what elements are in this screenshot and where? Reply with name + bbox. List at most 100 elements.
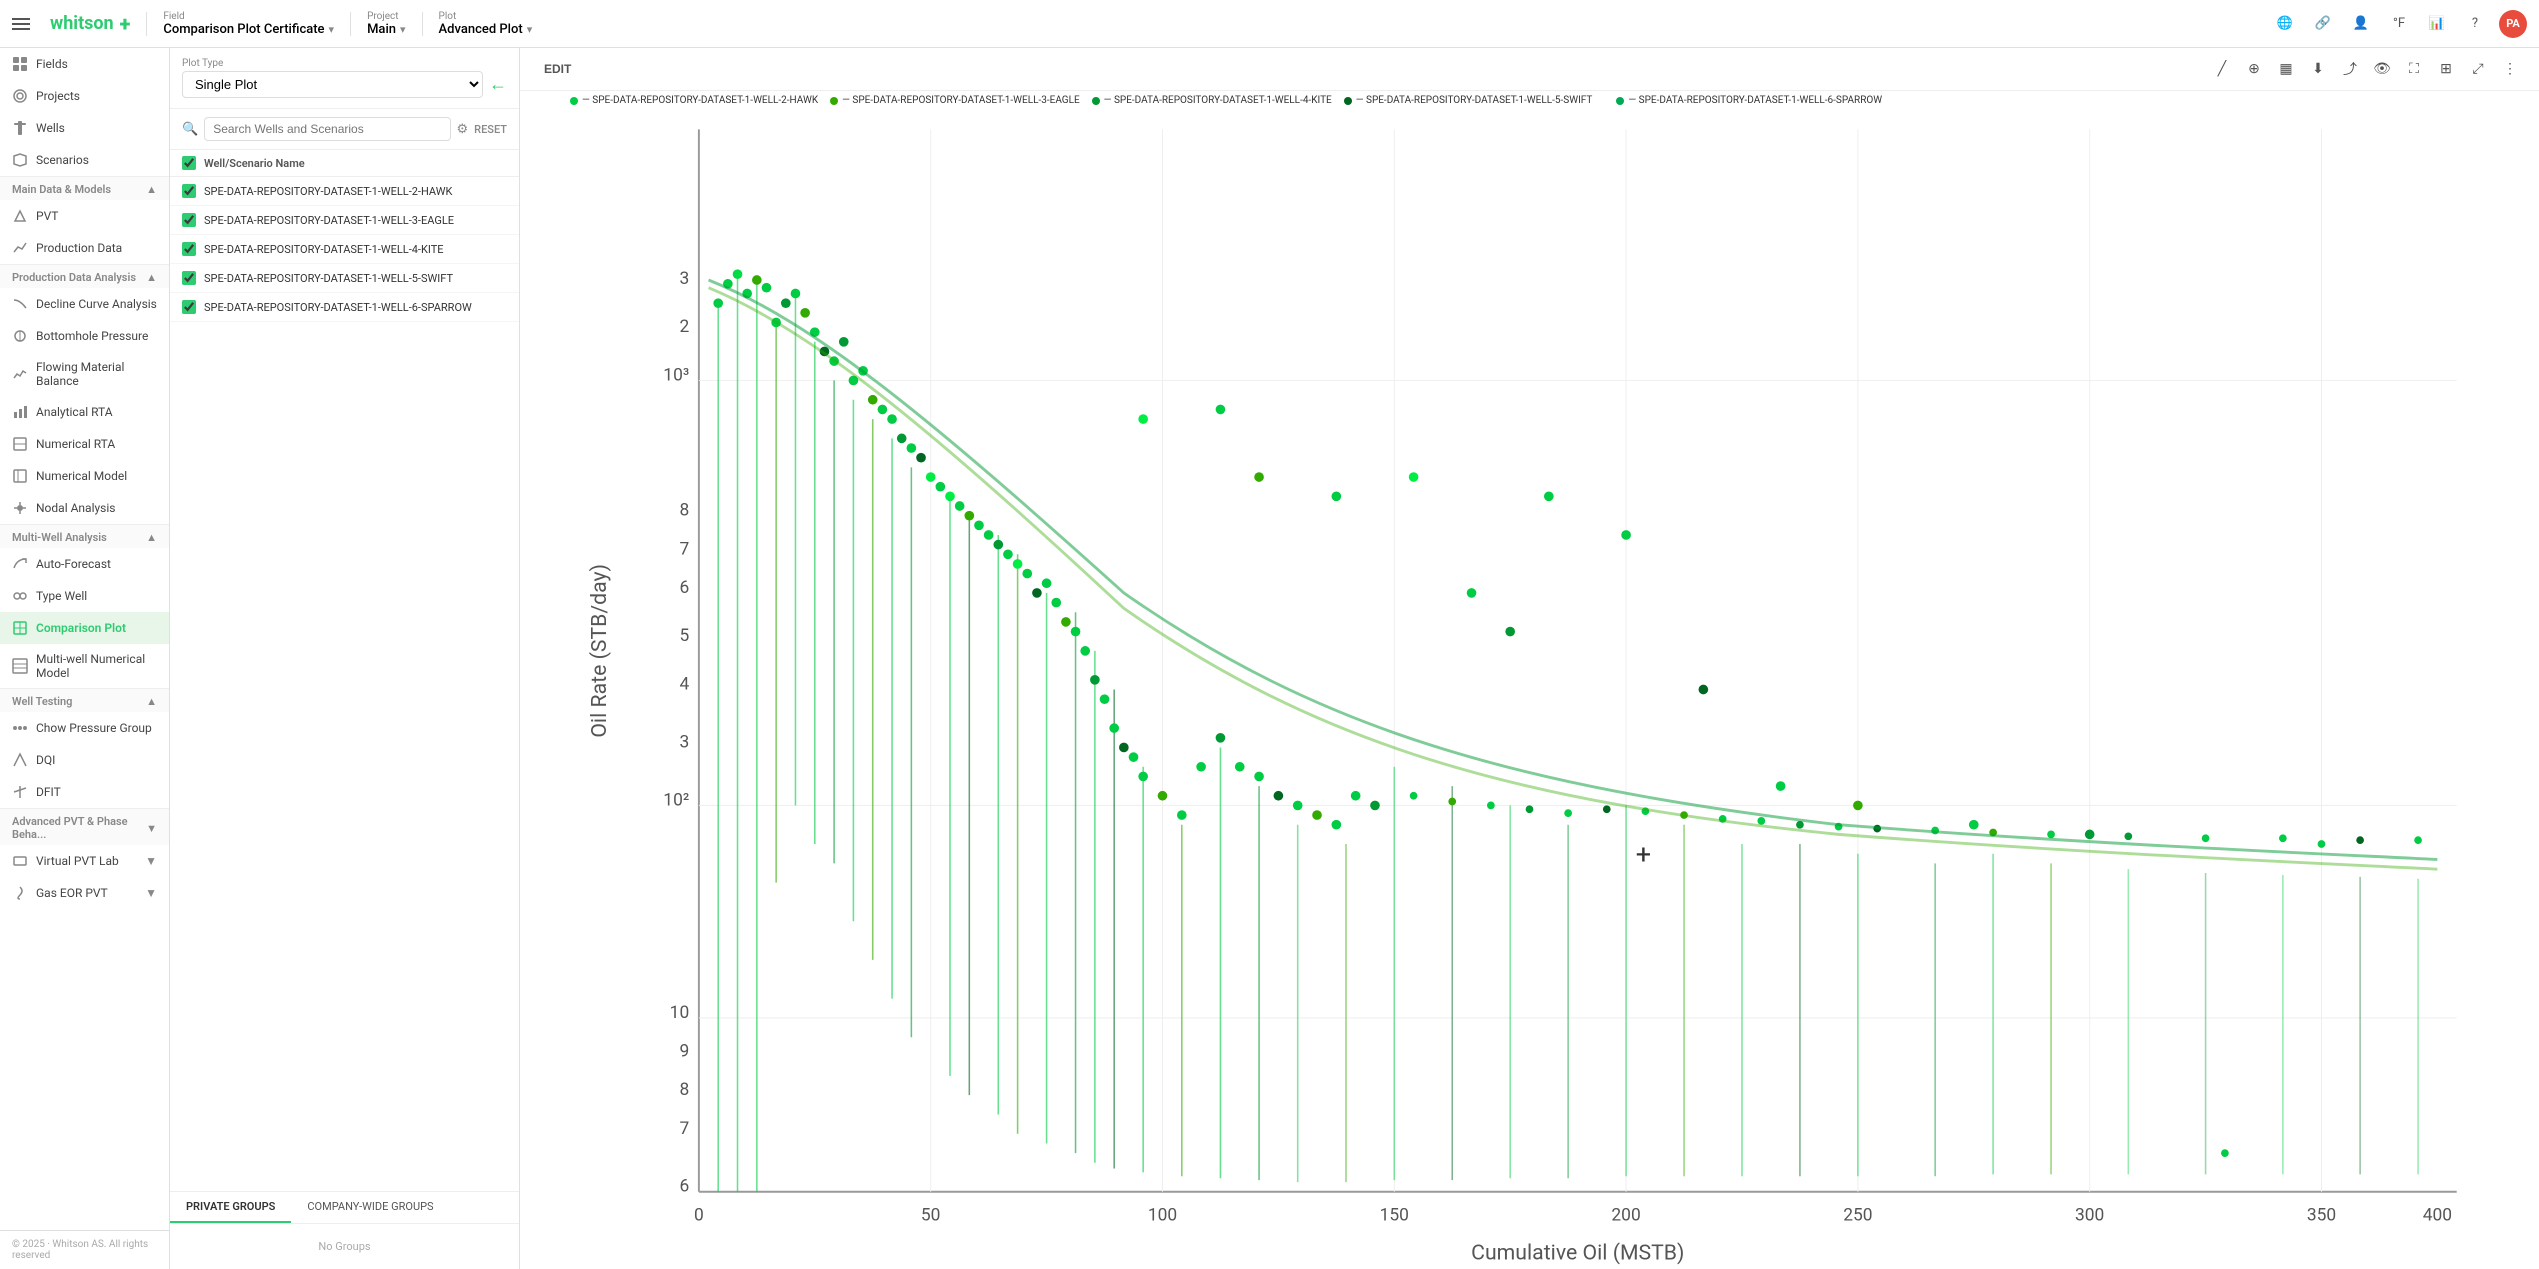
sidebar-item-type-well[interactable]: Type Well <box>0 580 169 612</box>
well-checkbox-4[interactable] <box>182 271 196 285</box>
search-icon[interactable]: 🔍 <box>182 122 198 137</box>
section-multi-well-label: Multi-Well Analysis <box>12 531 107 544</box>
fullscreen-icon[interactable]: ⤢ <box>2465 56 2491 82</box>
chart-inner[interactable]: Oil Rate (STB/day) Cumulative Oil (MSTB)… <box>520 110 2539 1269</box>
project-dropdown-icon[interactable]: ▾ <box>400 23 406 36</box>
sidebar-item-projects[interactable]: Projects <box>0 80 169 112</box>
well-checkbox-3[interactable] <box>182 242 196 256</box>
section-well-testing[interactable]: Well Testing ▲ <box>0 688 169 712</box>
download-icon[interactable]: ⬇ <box>2305 56 2331 82</box>
legend-label-kite: — SPE-DATA-REPOSITORY-DATASET-1-WELL-4-K… <box>1104 95 1332 106</box>
table-row[interactable]: SPE-DATA-REPOSITORY-DATASET-1-WELL-4-KIT… <box>170 235 519 264</box>
plot-type-row: Single Plot Comparison Plot ← <box>182 71 507 98</box>
sidebar-item-analytical-rta[interactable]: Analytical RTA <box>0 396 169 428</box>
sidebar-item-pvt[interactable]: PVT <box>0 200 169 232</box>
help-icon[interactable]: ? <box>2461 10 2489 38</box>
field-dropdown-icon[interactable]: ▾ <box>329 23 335 36</box>
well-name-1: SPE-DATA-REPOSITORY-DATASET-1-WELL-2-HAW… <box>204 185 452 198</box>
svg-text:3: 3 <box>679 732 689 752</box>
section-main-data[interactable]: Main Data & Models ▲ <box>0 176 169 200</box>
section-multi-well[interactable]: Multi-Well Analysis ▲ <box>0 524 169 548</box>
sidebar-label-dqi: DQI <box>36 753 55 767</box>
tab-company-groups[interactable]: COMPANY-WIDE GROUPS <box>291 1192 449 1223</box>
sidebar-item-nodal[interactable]: Nodal Analysis <box>0 492 169 524</box>
well-checkbox-2[interactable] <box>182 213 196 227</box>
edit-button[interactable]: EDIT <box>536 58 579 80</box>
topbar-right: 🌐 🔗 👤 °F 📊 ? PA <box>2271 10 2527 38</box>
chart-icon[interactable]: 📊 <box>2423 10 2451 38</box>
sidebar-item-numerical-model[interactable]: Numerical Model <box>0 460 169 492</box>
legend-label-swift: — SPE-DATA-REPOSITORY-DATASET-1-WELL-5-S… <box>1356 95 1593 106</box>
dfit-icon <box>12 784 28 800</box>
well-name-5: SPE-DATA-REPOSITORY-DATASET-1-WELL-6-SPA… <box>204 301 472 314</box>
sidebar-label-numerical-rta: Numerical RTA <box>36 437 115 451</box>
temperature-icon[interactable]: °F <box>2385 10 2413 38</box>
sidebar-item-chow-pressure[interactable]: Chow Pressure Group <box>0 712 169 744</box>
select-all-checkbox[interactable] <box>182 156 196 170</box>
globe-icon[interactable]: 🌐 <box>2271 10 2299 38</box>
svg-text:0: 0 <box>694 1206 704 1226</box>
svg-text:10²: 10² <box>663 790 689 810</box>
sidebar-label-analytical-rta: Analytical RTA <box>36 405 113 419</box>
well-list: Well/Scenario Name SPE-DATA-REPOSITORY-D… <box>170 150 519 1191</box>
svg-text:10: 10 <box>670 1003 690 1023</box>
chart-toolbar-right: ╱ ⊕ ▦ ⬇ ⤴ 👁 ⛶ ⊞ ⤢ ⋮ <box>2209 56 2523 82</box>
sidebar-item-scenarios[interactable]: Scenarios <box>0 144 169 176</box>
link-icon[interactable]: 🔗 <box>2309 10 2337 38</box>
share-icon[interactable]: ⤴ <box>2337 56 2363 82</box>
sidebar-label-scenarios: Scenarios <box>36 153 89 167</box>
sidebar-item-decline-curve[interactable]: Decline Curve Analysis <box>0 288 169 320</box>
sidebar-item-flowing-material[interactable]: Flowing Material Balance <box>0 352 169 396</box>
sidebar-label-production-data: Production Data <box>36 241 122 255</box>
section-advanced-pvt[interactable]: Advanced PVT & Phase Beha... ▼ <box>0 808 169 845</box>
sidebar-item-wells[interactable]: Wells <box>0 112 169 144</box>
account-icon[interactable]: 👤 <box>2347 10 2375 38</box>
sidebar-item-production-data[interactable]: Production Data <box>0 232 169 264</box>
visibility-icon[interactable]: 👁 <box>2369 56 2395 82</box>
back-button[interactable]: ← <box>489 74 507 95</box>
table-row[interactable]: SPE-DATA-REPOSITORY-DATASET-1-WELL-3-EAG… <box>170 206 519 235</box>
section-production-analysis[interactable]: Production Data Analysis ▲ <box>0 264 169 288</box>
grid-icon[interactable]: ⊞ <box>2433 56 2459 82</box>
table-icon[interactable]: ▦ <box>2273 56 2299 82</box>
line-chart-icon[interactable]: ╱ <box>2209 56 2235 82</box>
sidebar-item-multi-numerical[interactable]: Multi-well Numerical Model <box>0 644 169 688</box>
svg-text:250: 250 <box>1843 1206 1872 1226</box>
virtual-pvt-icon <box>12 853 28 869</box>
well-header-label: Well/Scenario Name <box>204 157 305 170</box>
tab-private-groups[interactable]: PRIVATE GROUPS <box>170 1192 291 1223</box>
search-input[interactable] <box>204 117 450 141</box>
svg-text:8: 8 <box>679 501 689 521</box>
table-row[interactable]: SPE-DATA-REPOSITORY-DATASET-1-WELL-6-SPA… <box>170 293 519 322</box>
well-checkbox-1[interactable] <box>182 184 196 198</box>
sidebar-item-dfit[interactable]: DFIT <box>0 776 169 808</box>
well-checkbox-5[interactable] <box>182 300 196 314</box>
sidebar-item-comparison-plot[interactable]: Comparison Plot <box>0 612 169 644</box>
sidebar-label-comparison-plot: Comparison Plot <box>36 621 126 635</box>
filter-icon[interactable]: ⚙ <box>457 122 469 137</box>
sidebar-item-fields[interactable]: Fields <box>0 48 169 80</box>
search-row: 🔍 ⚙ RESET <box>170 109 519 150</box>
field-label: Field <box>163 11 334 22</box>
avatar[interactable]: PA <box>2499 10 2527 38</box>
more-icon[interactable]: ⋮ <box>2497 56 2523 82</box>
sidebar-item-bottomhole[interactable]: Bottomhole Pressure <box>0 320 169 352</box>
table-row[interactable]: SPE-DATA-REPOSITORY-DATASET-1-WELL-5-SWI… <box>170 264 519 293</box>
sidebar-item-virtual-pvt[interactable]: Virtual PVT Lab ▼ <box>0 845 169 877</box>
sidebar-item-gas-eor[interactable]: Gas EOR PVT ▼ <box>0 877 169 909</box>
plot-dropdown-icon[interactable]: ▾ <box>527 23 533 36</box>
legend-label-hawk: — SPE-DATA-REPOSITORY-DATASET-1-WELL-2-H… <box>582 95 818 106</box>
table-row[interactable]: SPE-DATA-REPOSITORY-DATASET-1-WELL-2-HAW… <box>170 177 519 206</box>
project-value-row: Main ▾ <box>367 22 405 37</box>
sidebar-label-decline-curve: Decline Curve Analysis <box>36 297 157 311</box>
plot-type-select[interactable]: Single Plot Comparison Plot <box>182 71 483 98</box>
hamburger-icon[interactable] <box>12 18 30 30</box>
sidebar-item-numerical-rta[interactable]: Numerical RTA <box>0 428 169 460</box>
legend-item-kite: — SPE-DATA-REPOSITORY-DATASET-1-WELL-4-K… <box>1092 95 1332 106</box>
crosshair-icon[interactable]: ⊕ <box>2241 56 2267 82</box>
sidebar-item-dqi[interactable]: DQI <box>0 744 169 776</box>
reset-button[interactable]: RESET <box>474 123 507 136</box>
expand-icon[interactable]: ⛶ <box>2401 56 2427 82</box>
groups-empty-message: No Groups <box>170 1224 519 1269</box>
sidebar-item-auto-forecast[interactable]: Auto-Forecast <box>0 548 169 580</box>
